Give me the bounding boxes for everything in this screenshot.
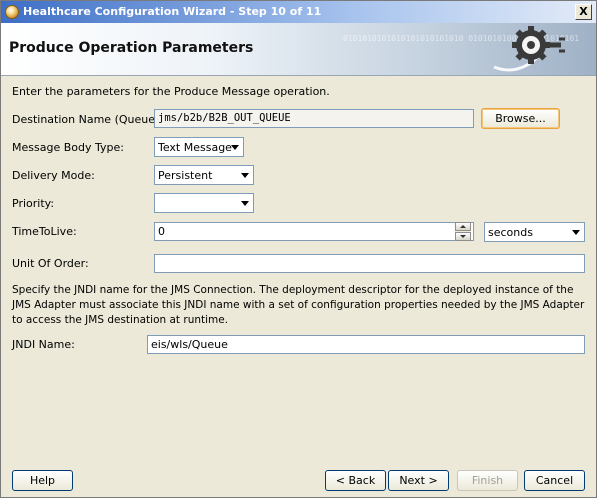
destination-field[interactable]: jms/b2b/B2B_OUT_QUEUE xyxy=(154,109,474,128)
destination-label: Destination Name (Queue): xyxy=(12,113,163,126)
arrow-down-icon xyxy=(460,235,466,238)
chevron-down-icon xyxy=(572,230,580,235)
delivery-mode-select[interactable]: Persistent xyxy=(154,165,254,185)
browse-button[interactable]: Browse... xyxy=(481,108,560,129)
close-button[interactable]: X xyxy=(575,4,592,20)
priority-label: Priority: xyxy=(12,197,55,210)
chevron-down-icon xyxy=(231,145,239,150)
priority-select[interactable] xyxy=(154,193,254,213)
arrow-up-icon xyxy=(460,225,466,228)
time-unit-value: seconds xyxy=(488,226,533,239)
spinner-down-button[interactable] xyxy=(455,232,471,241)
wizard-window: Healthcare Configuration Wizard - Step 1… xyxy=(0,0,597,498)
jndi-description: Specify the JNDI name for the JMS Connec… xyxy=(12,284,585,326)
gear-plug-icon xyxy=(493,26,565,72)
help-button[interactable]: Help xyxy=(12,470,73,491)
cancel-button[interactable]: Cancel xyxy=(524,470,585,491)
page-header: Produce Operation Parameters 01010101010… xyxy=(1,23,596,76)
time-to-live-label: TimeToLive: xyxy=(12,225,77,238)
message-body-type-label: Message Body Type: xyxy=(12,141,124,154)
time-unit-select[interactable]: seconds xyxy=(484,222,585,242)
message-body-type-select[interactable]: Text Message xyxy=(154,137,244,157)
chevron-down-icon xyxy=(241,201,249,206)
delivery-mode-value: Persistent xyxy=(158,169,213,182)
delivery-mode-label: Delivery Mode: xyxy=(12,169,95,182)
intro-text: Enter the parameters for the Produce Mes… xyxy=(12,85,330,98)
app-icon xyxy=(5,5,19,19)
title-bar[interactable]: Healthcare Configuration Wizard - Step 1… xyxy=(1,1,596,23)
window-title: Healthcare Configuration Wizard - Step 1… xyxy=(23,5,322,18)
chevron-down-icon xyxy=(241,173,249,178)
jndi-name-field[interactable]: eis/wls/Queue xyxy=(147,335,585,354)
next-button[interactable]: Next > xyxy=(388,470,449,491)
time-to-live-field[interactable]: 0 xyxy=(154,222,474,241)
unit-of-order-label: Unit Of Order: xyxy=(12,257,89,270)
message-body-type-value: Text Message xyxy=(158,141,232,154)
page-title: Produce Operation Parameters xyxy=(9,40,254,56)
jndi-name-label: JNDI Name: xyxy=(12,338,75,351)
finish-button[interactable]: Finish xyxy=(457,470,518,491)
binary-decoration: 0101010101010101010101010 01010101001010… xyxy=(343,34,580,43)
back-button[interactable]: < Back xyxy=(325,470,386,491)
time-to-live-spinner[interactable] xyxy=(455,222,471,241)
spinner-up-button[interactable] xyxy=(455,222,471,231)
unit-of-order-field[interactable] xyxy=(154,254,585,273)
